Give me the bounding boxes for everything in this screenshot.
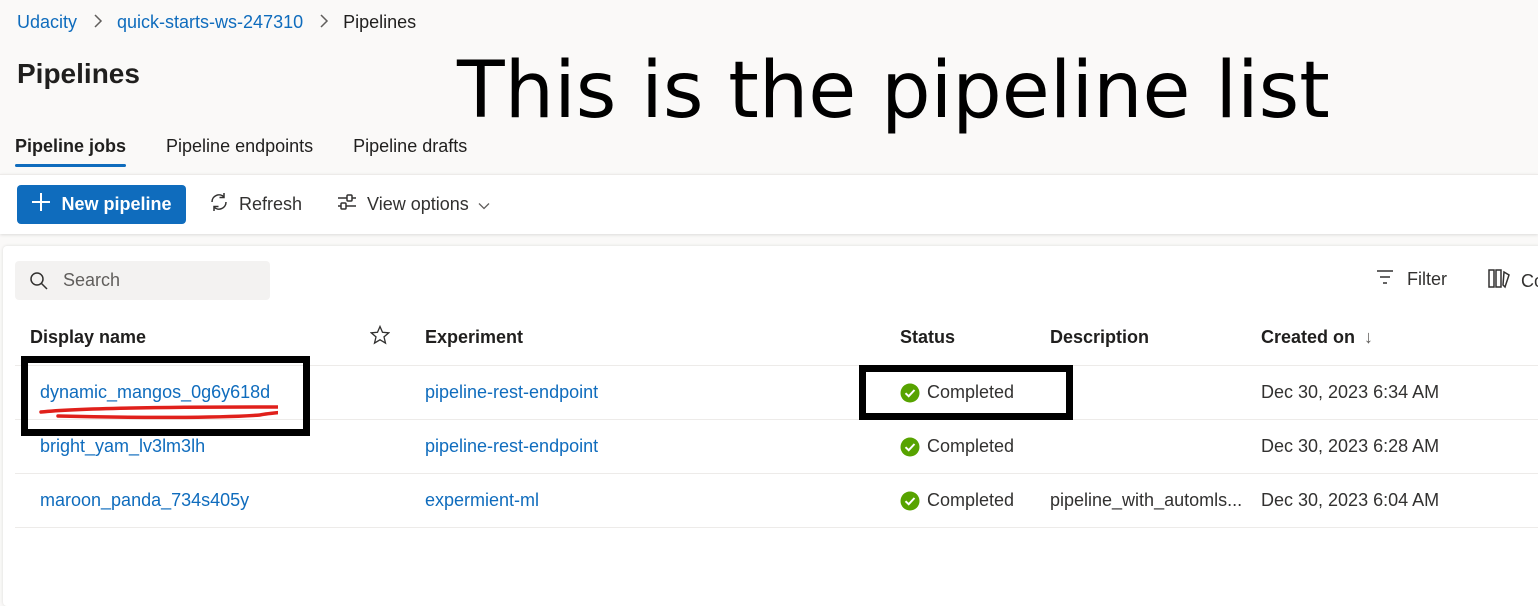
new-pipeline-label: New pipeline — [61, 194, 172, 214]
tab-pipeline-jobs[interactable]: Pipeline jobs — [15, 132, 127, 167]
column-header-status[interactable]: Status — [900, 327, 955, 348]
refresh-label: Refresh — [239, 194, 303, 214]
page-title: Pipelines — [17, 58, 140, 89]
search-icon — [29, 271, 49, 291]
created-on-text: Dec 30, 2023 6:04 AM — [1261, 490, 1440, 510]
breadcrumb-workspace-root[interactable]: Udacity — [17, 12, 77, 33]
new-pipeline-button[interactable]: New pipeline — [17, 185, 186, 224]
tab-pipeline-drafts[interactable]: Pipeline drafts — [353, 132, 467, 167]
check-circle-icon — [900, 491, 920, 510]
breadcrumb-current: Pipelines — [343, 11, 417, 32]
column-header-created-on[interactable]: Created on ↓ — [1261, 327, 1373, 348]
tab-pipeline-endpoints[interactable]: Pipeline endpoints — [166, 132, 313, 167]
plus-icon — [31, 192, 51, 217]
status-text: Completed — [927, 490, 1015, 510]
description-text: pipeline_with_automls... — [1050, 490, 1243, 510]
sort-descending-icon: ↓ — [1364, 327, 1374, 347]
created-on-label: Created on — [1261, 327, 1356, 347]
experiment-link[interactable]: pipeline-rest-endpoint — [425, 382, 598, 403]
star-icon[interactable] — [369, 324, 391, 350]
columns-button[interactable]: Co — [1487, 268, 1538, 295]
chevron-down-icon — [478, 194, 490, 215]
pipeline-name-link[interactable]: maroon_panda_734s405y — [40, 490, 249, 511]
filter-label: Filter — [1407, 269, 1447, 289]
column-header-display-name[interactable]: Display name — [30, 327, 146, 348]
created-on-text: Dec 30, 2023 6:28 AM — [1261, 436, 1440, 456]
annotation-box-status — [859, 365, 1073, 420]
status-badge: Completed — [900, 436, 1014, 457]
breadcrumb-workspace[interactable]: quick-starts-ws-247310 — [117, 12, 303, 33]
sliders-icon — [336, 191, 358, 218]
command-bar: New pipeline Refresh View options — [0, 174, 1538, 234]
experiment-link[interactable]: pipeline-rest-endpoint — [425, 436, 598, 457]
column-header-description[interactable]: Description — [1050, 327, 1149, 348]
pipeline-name-link[interactable]: bright_yam_lv3lm3lh — [40, 436, 205, 457]
annotation-box-pipeline-name — [21, 356, 310, 436]
check-circle-icon — [900, 437, 920, 456]
table-row[interactable]: maroon_panda_734s405y expermient-ml Comp… — [15, 474, 1538, 528]
search-box[interactable] — [15, 261, 270, 300]
status-badge: Completed — [900, 490, 1014, 511]
column-header-experiment[interactable]: Experiment — [425, 327, 523, 348]
view-options-button[interactable]: View options — [330, 185, 496, 224]
status-text: Completed — [927, 436, 1015, 456]
experiment-link[interactable]: expermient-ml — [425, 490, 539, 511]
breadcrumb: Udacity quick-starts-ws-247310 Pipelines — [17, 8, 416, 36]
columns-icon — [1487, 268, 1511, 295]
filter-button[interactable]: Filter — [1375, 268, 1447, 291]
tab-bar: Pipeline jobs Pipeline endpoints Pipelin… — [15, 132, 507, 167]
search-input[interactable] — [61, 269, 251, 292]
annotation-caption: This is the pipeline list — [457, 46, 1330, 136]
refresh-icon — [208, 191, 230, 218]
filter-icon — [1375, 268, 1395, 291]
columns-label: Co — [1521, 271, 1538, 291]
chevron-right-icon — [93, 12, 103, 33]
view-options-label: View options — [367, 194, 469, 214]
chevron-right-icon — [319, 12, 329, 33]
created-on-text: Dec 30, 2023 6:34 AM — [1261, 382, 1440, 402]
annotation-red-underline — [39, 405, 278, 420]
refresh-button[interactable]: Refresh — [202, 185, 308, 224]
